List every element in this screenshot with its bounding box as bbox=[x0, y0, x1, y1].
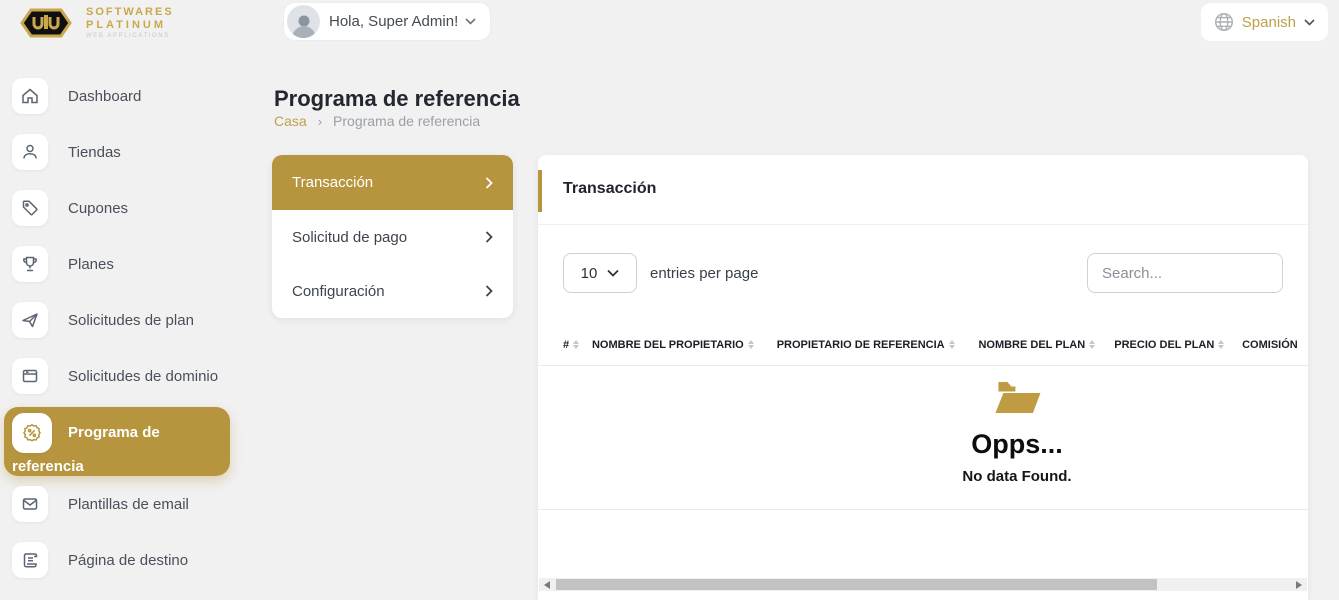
scroll-icon bbox=[12, 542, 48, 578]
table-controls: 10 entries per page bbox=[563, 253, 1283, 293]
sidebar-item-label: Planes bbox=[68, 256, 114, 273]
mail-icon bbox=[12, 486, 48, 522]
language-label: Spanish bbox=[1242, 14, 1296, 31]
sidebar-item-tiendas[interactable]: Tiendas bbox=[0, 124, 240, 180]
globe-icon bbox=[1214, 12, 1234, 32]
sidebar-item-solicitudes-de-plan[interactable]: Solicitudes de plan bbox=[0, 292, 240, 348]
tag-icon bbox=[12, 190, 48, 226]
sidebar-item-label: Cupones bbox=[68, 200, 128, 217]
language-selector[interactable]: Spanish bbox=[1201, 3, 1328, 41]
sidebar-item-planes[interactable]: Planes bbox=[0, 236, 240, 292]
chevron-right-icon bbox=[485, 231, 493, 243]
sort-icon bbox=[748, 340, 754, 350]
column-header-index[interactable]: # bbox=[563, 339, 592, 351]
horizontal-scrollbar[interactable] bbox=[539, 578, 1307, 591]
chevron-down-icon bbox=[1304, 19, 1315, 26]
breadcrumb-separator: › bbox=[318, 114, 322, 129]
chevron-right-icon bbox=[485, 177, 493, 189]
breadcrumb-current: Programa de referencia bbox=[333, 113, 480, 129]
brand-logo-icon bbox=[14, 4, 78, 42]
trophy-icon bbox=[12, 246, 48, 282]
sidebar-item-label: Solicitudes de plan bbox=[68, 312, 194, 329]
submenu-item-label: Configuración bbox=[292, 283, 385, 300]
sidebar-item-pagina-de-destino[interactable]: Página de destino bbox=[0, 532, 240, 588]
empty-state: Opps... No data Found. bbox=[962, 379, 1071, 485]
brand-name-top: SOFTWARES bbox=[86, 7, 174, 18]
home-icon bbox=[12, 78, 48, 114]
empty-state-message: No data Found. bbox=[962, 468, 1071, 485]
search-input[interactable] bbox=[1087, 253, 1283, 293]
open-folder-icon bbox=[992, 379, 1042, 417]
entries-per-page-select[interactable]: 10 bbox=[563, 253, 637, 293]
scroll-left-arrow-icon[interactable] bbox=[544, 581, 550, 589]
window-icon bbox=[12, 358, 48, 394]
sidebar-item-programa-de-referencia[interactable]: Programa de referencia bbox=[4, 407, 230, 476]
scrollbar-thumb[interactable] bbox=[556, 579, 1157, 590]
submenu-item-transaccion[interactable]: Transacción bbox=[272, 155, 513, 210]
user-menu[interactable]: Hola, Super Admin! bbox=[283, 2, 491, 41]
sidebar-item-cupones[interactable]: Cupones bbox=[0, 180, 240, 236]
panel-accent-bar bbox=[538, 170, 542, 212]
submenu-item-solicitud-de-pago[interactable]: Solicitud de pago bbox=[272, 210, 513, 264]
column-header-nombre-del-plan[interactable]: NOMBRE DEL PLAN bbox=[978, 339, 1114, 351]
entries-per-page-label: entries per page bbox=[650, 265, 758, 282]
send-icon bbox=[12, 302, 48, 338]
sidebar-item-dashboard[interactable]: Dashboard bbox=[0, 68, 240, 124]
brand-logo[interactable]: SOFTWARES PLATINUM WEB APPLICATIONS bbox=[14, 4, 174, 42]
sort-icon bbox=[1218, 340, 1224, 350]
avatar bbox=[287, 5, 320, 38]
scroll-right-arrow-icon[interactable] bbox=[1296, 581, 1302, 589]
empty-state-title: Opps... bbox=[962, 429, 1071, 460]
entries-select-value: 10 bbox=[581, 265, 598, 282]
column-header-propietario-de-referencia[interactable]: PROPIETARIO DE REFERENCIA bbox=[777, 339, 979, 351]
sort-icon bbox=[1089, 340, 1095, 350]
brand-name-bottom: PLATINUM bbox=[86, 20, 174, 31]
user-greeting: Hola, Super Admin! bbox=[329, 13, 458, 30]
sidebar-item-label: Solicitudes de dominio bbox=[68, 368, 218, 385]
sidebar-item-solicitudes-de-dominio[interactable]: Solicitudes de dominio bbox=[0, 348, 240, 404]
user-icon bbox=[12, 134, 48, 170]
panel-title: Transacción bbox=[538, 155, 1308, 225]
brand-tagline: WEB APPLICATIONS bbox=[86, 33, 174, 39]
breadcrumb: Casa › Programa de referencia bbox=[274, 113, 480, 129]
column-header-comision[interactable]: COMISIÓN bbox=[1242, 339, 1308, 351]
submenu-item-configuracion[interactable]: Configuración bbox=[272, 264, 513, 318]
sidebar-item-label: Plantillas de email bbox=[68, 496, 189, 513]
chevron-down-icon bbox=[465, 18, 476, 25]
chevron-right-icon bbox=[485, 285, 493, 297]
referral-submenu: Transacción Solicitud de pago Configurac… bbox=[272, 155, 513, 318]
transactions-panel: Transacción 10 entries per page # NOMBRE… bbox=[538, 155, 1308, 600]
table-empty-row: Opps... No data Found. bbox=[538, 366, 1308, 510]
sidebar-item-label: Dashboard bbox=[68, 88, 141, 105]
page-title: Programa de referencia bbox=[274, 86, 520, 112]
badge-percent-icon bbox=[12, 413, 52, 453]
submenu-item-label: Solicitud de pago bbox=[292, 229, 407, 246]
sidebar-item-label: Página de destino bbox=[68, 552, 188, 569]
breadcrumb-home-link[interactable]: Casa bbox=[274, 113, 307, 129]
sidebar: Dashboard Tiendas Cupones bbox=[0, 68, 240, 588]
column-header-nombre-del-propietario[interactable]: NOMBRE DEL PROPIETARIO bbox=[592, 339, 777, 351]
table-header-row: # NOMBRE DEL PROPIETARIO PROPIETARIO DE … bbox=[538, 326, 1308, 366]
submenu-item-label: Transacción bbox=[292, 174, 373, 191]
sidebar-item-plantillas-de-email[interactable]: Plantillas de email bbox=[0, 476, 240, 532]
sidebar-item-label: Tiendas bbox=[68, 144, 121, 161]
sort-icon bbox=[949, 340, 955, 350]
topbar: SOFTWARES PLATINUM WEB APPLICATIONS Hola… bbox=[0, 0, 1339, 48]
sort-icon bbox=[573, 340, 579, 350]
column-header-precio-del-plan[interactable]: PRECIO DEL PLAN bbox=[1114, 339, 1242, 351]
